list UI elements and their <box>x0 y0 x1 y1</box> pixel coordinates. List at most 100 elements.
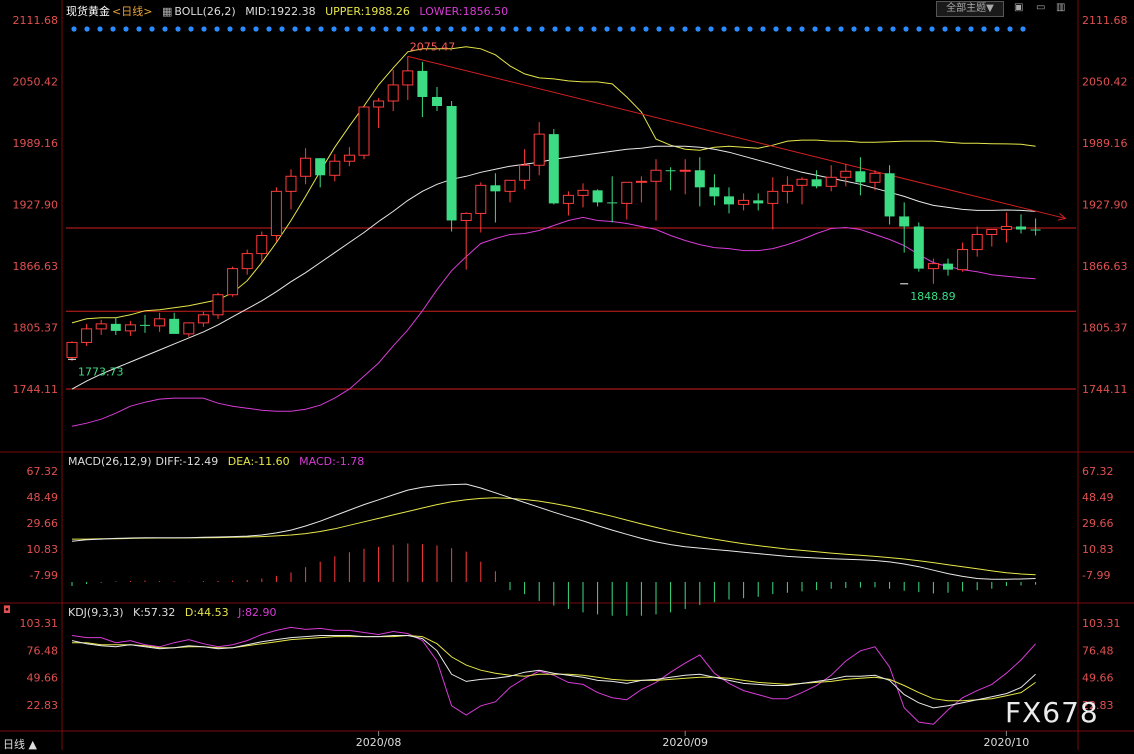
signal-dot <box>981 26 987 32</box>
signal-dot <box>227 26 233 32</box>
candle-body <box>825 176 837 187</box>
boll-icon[interactable]: ▦ <box>162 5 172 18</box>
kdj-j-line <box>71 626 1036 725</box>
signal-dot <box>318 26 324 32</box>
candle-body <box>767 190 779 204</box>
signal-dot <box>292 26 298 32</box>
signal-dot <box>682 26 688 32</box>
y-tick-label: 1866.63 <box>13 260 59 273</box>
candle-body <box>913 226 924 269</box>
grid-icon[interactable]: ▥ <box>1056 2 1065 13</box>
signal-dot <box>97 26 103 32</box>
candle-body <box>781 184 793 192</box>
signal-dot <box>266 26 272 32</box>
candle-body <box>899 216 910 227</box>
high-annotation: 2075.47 <box>410 40 456 53</box>
candle-body <box>490 185 501 192</box>
lock-icon[interactable]: ▣ <box>1014 2 1023 13</box>
signal-dot <box>786 26 792 32</box>
candle-body <box>738 199 750 205</box>
signal-dot <box>84 26 90 32</box>
candle-body <box>343 154 355 162</box>
kdj-header: KDJ(9,3,3) K:57.32 D:44.53 J:82.90 <box>68 606 283 619</box>
signal-dot <box>799 26 805 32</box>
macd-title: MACD(26,12,9) <box>68 455 152 468</box>
candle-body <box>679 169 691 172</box>
candle-body <box>169 318 180 334</box>
candle-body <box>607 202 618 204</box>
signal-dot <box>877 26 883 32</box>
signal-dot <box>630 26 636 32</box>
signal-dot <box>240 26 246 32</box>
signal-dot <box>942 26 948 32</box>
low-annotation: 1773.73 <box>78 365 124 378</box>
candle-body <box>475 184 487 214</box>
candle-body <box>124 324 136 332</box>
candle-body <box>709 187 720 197</box>
macd-y-tick-label: 10.83 <box>27 543 59 556</box>
y-tick-label: 2111.68 <box>13 14 59 27</box>
price-header: 现货黄金 <日线> ▦ BOLL(26,2) MID:1922.38 UPPER:1… <box>66 3 514 19</box>
candle-body <box>621 181 633 204</box>
signal-dot <box>968 26 974 32</box>
signal-dot <box>383 26 389 32</box>
signal-dot <box>162 26 168 32</box>
period-label[interactable]: <日线> <box>112 5 152 18</box>
candle-body <box>986 228 998 236</box>
signal-dot <box>747 26 753 32</box>
candle-body <box>533 133 545 166</box>
candle-body <box>315 158 326 176</box>
macd-diff-line <box>71 483 1036 580</box>
candle-body <box>197 314 209 324</box>
macd-y-tick-label: 67.32 <box>1082 465 1114 478</box>
instrument-name: 现货黄金 <box>66 5 110 18</box>
signal-dot <box>916 26 922 32</box>
signal-dot <box>461 26 467 32</box>
signal-dot <box>526 26 532 32</box>
kdj-y-tick-label: 49.66 <box>27 672 59 685</box>
signal-dot <box>591 26 597 32</box>
signal-dot <box>838 26 844 32</box>
kdj-y-tick-label: 76.48 <box>1082 644 1114 657</box>
kdj-y-tick-label: 103.31 <box>1082 617 1121 630</box>
signal-dot <box>539 26 545 32</box>
candle-body <box>562 194 574 204</box>
signal-dot <box>279 26 285 32</box>
theme-selector-button[interactable]: 全部主题▼ <box>936 1 1004 17</box>
signal-dot <box>734 26 740 32</box>
kdj-marker-icon[interactable]: ◘ <box>3 605 11 616</box>
signal-dot <box>214 26 220 32</box>
boll-mid-value: MID:1922.38 <box>245 5 316 18</box>
candle-body <box>446 106 457 221</box>
window-icon[interactable]: ▭ <box>1036 2 1045 13</box>
signal-dot <box>370 26 376 32</box>
candle-body <box>329 160 341 176</box>
x-tick-label: 2020/10 <box>984 736 1030 749</box>
signal-dot <box>578 26 584 32</box>
macd-y-tick-label: 48.49 <box>27 491 59 504</box>
signal-dot <box>448 26 454 32</box>
macd-y-tick-label: 10.83 <box>1082 543 1114 556</box>
signal-dot <box>617 26 623 32</box>
kdj-y-tick-label: 103.31 <box>20 617 59 630</box>
boll-upper-value: UPPER:1988.26 <box>325 5 410 18</box>
x-tick-label: 2020/09 <box>662 736 708 749</box>
macd-y-tick-label: 29.66 <box>1082 517 1114 530</box>
candle-body <box>884 173 895 217</box>
y-tick-label: 1989.16 <box>1082 137 1128 150</box>
candle-body <box>227 268 239 296</box>
candle-body <box>635 180 647 183</box>
signal-dot <box>435 26 441 32</box>
signal-dot <box>955 26 961 32</box>
macd-dea-line <box>72 497 1036 576</box>
boll-lower-value: LOWER:1856.50 <box>419 5 509 18</box>
kdj-j: J:82.90 <box>238 606 277 619</box>
candle-body <box>154 318 166 327</box>
signal-dot <box>1007 26 1013 32</box>
candle-body <box>140 324 150 326</box>
candle-body <box>957 249 969 271</box>
kdj-y-tick-label: 49.66 <box>1082 672 1114 685</box>
signal-dot <box>500 26 506 32</box>
candle-body <box>753 200 764 204</box>
macd-dea: DEA:-11.60 <box>227 455 290 468</box>
